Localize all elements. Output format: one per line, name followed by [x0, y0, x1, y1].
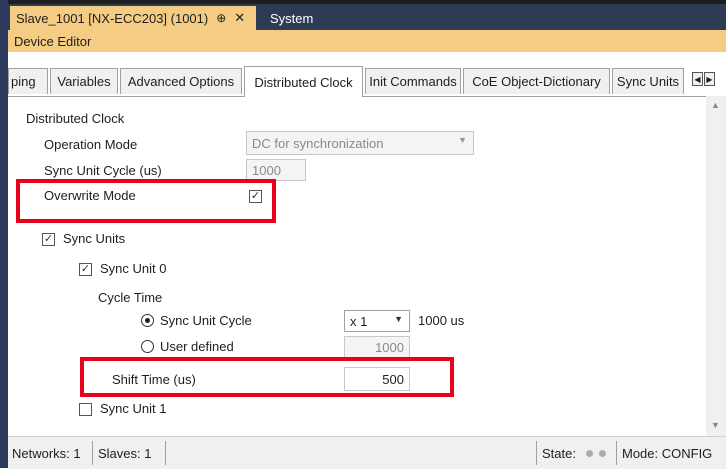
tab-distributed-clock[interactable]: Distributed Clock	[244, 66, 363, 97]
operation-mode-value: DC for synchronization	[252, 135, 384, 151]
user-defined-field[interactable]: 1000	[344, 336, 410, 358]
vertical-scrollbar[interactable]: ▲ ▼	[706, 96, 726, 436]
scroll-up-icon[interactable]: ▲	[711, 100, 720, 110]
sync-unit-cycle-value: 1000	[252, 162, 281, 178]
state-indicator-icon	[585, 449, 593, 457]
scroll-down-icon[interactable]: ▼	[711, 420, 720, 430]
tab-distributed-clock-label: Distributed Clock	[254, 74, 353, 90]
status-bar: Networks: 1 Slaves: 1 State: Mode: CONFI…	[8, 436, 726, 469]
state-indicator-icon	[598, 449, 606, 457]
tab-mapping[interactable]: ping	[8, 68, 48, 94]
cycle-multiplier-result: 1000 us	[418, 313, 465, 328]
doc-tab-system[interactable]: System	[264, 6, 319, 30]
cycle-multiplier-value: x 1	[350, 313, 368, 329]
status-state: State:	[542, 437, 606, 469]
user-defined-value: 1000	[375, 339, 404, 355]
status-mode: Mode: CONFIG	[622, 445, 713, 461]
operation-mode-select[interactable]: DC for synchronization ▼	[246, 131, 474, 155]
operation-mode-label: Operation Mode	[44, 137, 138, 152]
tab-variables[interactable]: Variables	[50, 68, 118, 94]
highlight-overwrite-mode	[16, 179, 276, 223]
pin-icon[interactable]: ⊕	[216, 11, 226, 25]
sync-unit-cycle-radio-label: Sync Unit Cycle	[160, 313, 252, 328]
sync-unit-cycle-radio[interactable]	[141, 314, 154, 327]
status-state-label: State:	[542, 445, 576, 461]
sync-units-checkbox[interactable]: ✓	[42, 233, 55, 246]
status-divider	[616, 441, 617, 465]
tab-scroll-left-icon[interactable]: ◀	[692, 72, 703, 86]
tab-init-commands-label: Init Commands	[369, 74, 457, 89]
tab-scroll-right-icon[interactable]: ▶	[704, 72, 715, 86]
status-networks: Networks: 1	[12, 445, 81, 461]
left-edge-bar	[0, 0, 8, 468]
close-icon[interactable]: ✕	[234, 10, 245, 26]
status-divider	[536, 441, 537, 465]
status-divider	[165, 441, 166, 465]
sync-unit-1-label: Sync Unit 1	[100, 401, 167, 416]
distributed-clock-panel: Distributed Clock Operation Mode DC for …	[8, 96, 708, 437]
editor-tab-strip: ping Variables Advanced Options Distribu…	[8, 66, 726, 97]
document-tab-strip: Slave_1001 [NX-ECC203] (1001) ⊕ ✕ System	[8, 4, 726, 30]
device-editor-title: Device Editor	[8, 30, 726, 52]
tab-coe-object-dictionary[interactable]: CoE Object-Dictionary	[463, 68, 610, 94]
tab-advanced-options[interactable]: Advanced Options	[120, 68, 242, 94]
tab-sync-units[interactable]: Sync Units	[612, 68, 684, 94]
sync-unit-0-checkbox[interactable]: ✓	[79, 263, 92, 276]
user-defined-radio-label: User defined	[160, 339, 234, 354]
status-divider	[92, 441, 93, 465]
highlight-shift-time	[80, 357, 454, 397]
chevron-down-icon: ▼	[394, 314, 403, 324]
app-window: Slave_1001 [NX-ECC203] (1001) ⊕ ✕ System…	[0, 0, 726, 469]
tab-coe-label: CoE Object-Dictionary	[472, 74, 601, 89]
chevron-down-icon: ▼	[458, 135, 467, 145]
tab-variables-label: Variables	[57, 74, 111, 89]
sync-unit-cycle-label: Sync Unit Cycle (us)	[44, 163, 162, 178]
cycle-multiplier-select[interactable]: x 1 ▼	[344, 310, 410, 332]
doc-tab-slave[interactable]: Slave_1001 [NX-ECC203] (1001) ⊕ ✕	[10, 6, 256, 30]
sync-unit-cycle-field: 1000	[246, 159, 306, 181]
user-defined-radio[interactable]	[141, 340, 154, 353]
sync-unit-1-checkbox[interactable]	[79, 403, 92, 416]
sync-units-label: Sync Units	[63, 231, 126, 246]
tab-advanced-options-label: Advanced Options	[127, 74, 235, 89]
device-editor-title-label: Device Editor	[14, 33, 92, 49]
status-slaves: Slaves: 1	[98, 445, 152, 461]
section-title: Distributed Clock	[26, 111, 125, 126]
tab-mapping-label: ping	[11, 74, 36, 89]
doc-tab-slave-label: Slave_1001 [NX-ECC203] (1001)	[16, 10, 209, 26]
doc-tab-system-label: System	[270, 10, 314, 26]
sync-unit-0-label: Sync Unit 0	[100, 261, 167, 276]
cycle-time-label: Cycle Time	[98, 290, 163, 305]
tab-sync-units-label: Sync Units	[616, 74, 680, 89]
tab-init-commands[interactable]: Init Commands	[365, 68, 461, 94]
